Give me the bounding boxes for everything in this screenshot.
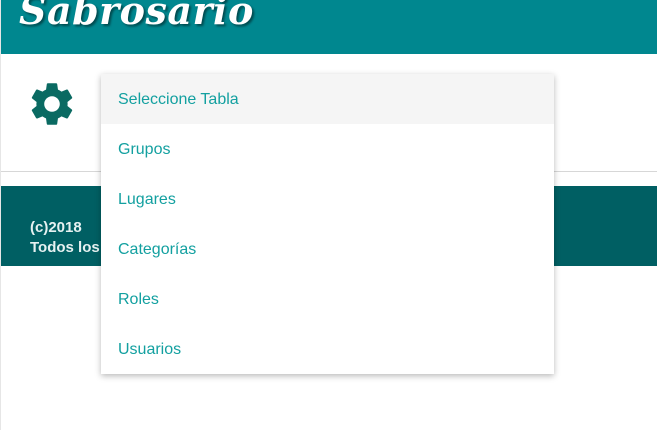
- copyright-year: (c)2018: [30, 219, 82, 236]
- gear-icon[interactable]: [26, 78, 78, 130]
- app-header: Sabrosario: [1, 0, 657, 54]
- table-select-menu: Seleccione Tabla Grupos Lugares Categorí…: [101, 74, 554, 374]
- menu-item-usuarios[interactable]: Usuarios: [101, 324, 554, 374]
- menu-item-lugares[interactable]: Lugares: [101, 174, 554, 224]
- footer-copyright: (c)2018 Todos los: [30, 218, 100, 258]
- menu-item-categorias[interactable]: Categorías: [101, 224, 554, 274]
- menu-item-roles[interactable]: Roles: [101, 274, 554, 324]
- copyright-rights: Todos los: [30, 239, 100, 256]
- menu-item-grupos[interactable]: Grupos: [101, 124, 554, 174]
- menu-item-seleccione-tabla[interactable]: Seleccione Tabla: [101, 74, 554, 124]
- app-logo[interactable]: Sabrosario: [19, 0, 254, 33]
- page: Sabrosario (c)2018 Todos los ciones Sele…: [0, 0, 657, 430]
